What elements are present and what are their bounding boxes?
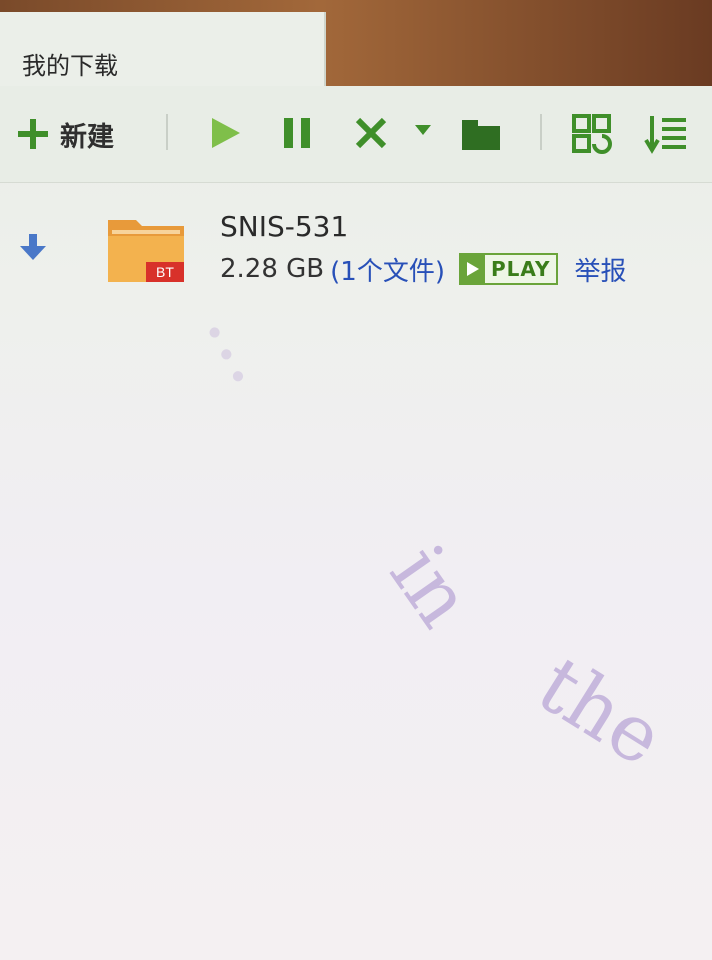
new-button-label: 新建 (60, 121, 114, 153)
pause-button[interactable] (282, 116, 312, 150)
delete-options-dropdown[interactable] (414, 124, 432, 136)
play-triangle-icon (460, 255, 485, 283)
toolbar: 新建 (0, 86, 712, 183)
delete-button[interactable] (354, 116, 388, 150)
play-icon (208, 116, 242, 150)
start-button[interactable] (208, 116, 242, 150)
open-folder-button[interactable] (460, 114, 502, 152)
pause-icon (282, 116, 312, 150)
download-row[interactable]: BT SNIS-531 2.28 GB (1个文件) PLAY 举报 (0, 200, 712, 300)
download-size: 2.28 GB (220, 254, 325, 284)
delete-icon (354, 116, 388, 150)
report-link[interactable]: 举报 (574, 251, 626, 288)
sort-list-icon (644, 114, 688, 154)
file-count-link[interactable]: (1个文件) (330, 251, 445, 288)
toolbar-divider (166, 114, 168, 150)
title-bar: 我的下载 (0, 0, 712, 86)
bt-folder-icon: BT (106, 212, 186, 284)
watermark-text: in (372, 530, 490, 644)
watermark-text: the (522, 640, 679, 785)
new-button[interactable]: 新建 (16, 114, 114, 154)
download-meta: 2.28 GB (1个文件) PLAY 举报 (220, 251, 626, 288)
dropdown-icon (414, 124, 432, 136)
download-name[interactable]: SNIS-531 (220, 210, 348, 243)
view-mode-button[interactable] (572, 114, 612, 154)
toolbar-divider (540, 114, 542, 150)
tab-title: 我的下载 (22, 52, 118, 80)
bt-badge: BT (156, 264, 174, 280)
sort-button[interactable] (644, 114, 688, 154)
play-label: PLAY (490, 257, 551, 281)
tab-my-downloads[interactable]: 我的下载 (0, 12, 326, 86)
plus-icon (16, 117, 50, 151)
grid-view-icon (572, 114, 612, 154)
folder-icon (460, 114, 502, 152)
download-arrow-icon (18, 232, 48, 266)
play-button[interactable]: PLAY (458, 253, 559, 285)
watermark-text: ... (188, 290, 303, 398)
